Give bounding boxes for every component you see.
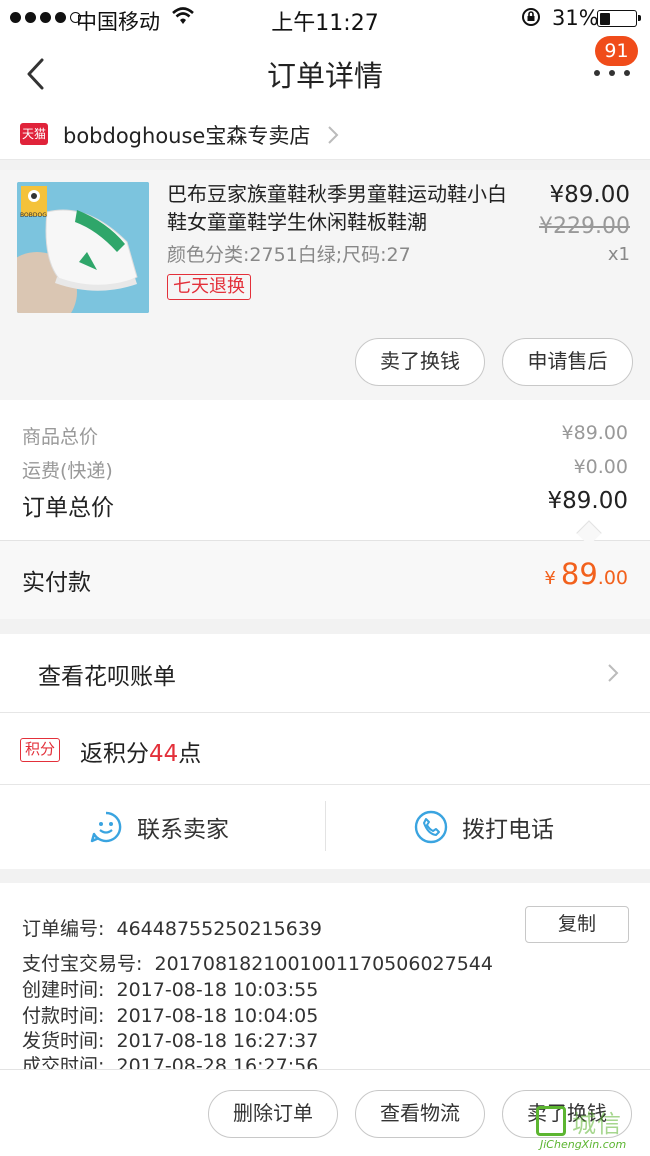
product-spec: 颜色分类:2751白绿;尺码:27 [167,244,411,266]
price-summary: 商品总价 ¥89.00 运费(快递) ¥0.00 订单总价 ¥89.00 实付款… [0,400,650,619]
shipped-time: 2017-08-18 16:27:37 [116,1030,319,1052]
alipay-trade-number: 2017081821001001170506027544 [154,953,493,975]
bottom-action-bar: 删除订单 查看物流 卖了换钱 [0,1069,650,1156]
product-price: ¥89.00 [549,182,630,208]
after-sales-button[interactable]: 申请售后 [502,338,633,386]
shipped-time-label: 发货时间: [22,1030,105,1052]
amount-paid-value: ¥ 89.00 [544,557,628,591]
alipay-trade-label: 支付宝交易号: [22,953,143,975]
page-title: 订单详情 [266,59,383,93]
order-number-label: 订单编号: [22,918,105,940]
brand-watermark: BOBDOG [20,212,47,219]
created-time: 2017-08-18 10:03:55 [116,979,319,1001]
screen: 中国移动 上午11:27 31% 订单详情 91 天猫 bobdoghouse宝… [0,0,650,1156]
product-title[interactable]: 巴布豆家族童鞋秋季男童鞋运动鞋小白鞋女童童鞋学生休闲鞋板鞋潮 [167,180,517,236]
shop-name: bobdoghouse宝森专卖店 [63,124,311,148]
rotation-lock-icon [522,8,540,26]
payment-time: 2017-08-18 10:04:05 [116,1005,319,1027]
order-number-row: 订单编号: 46448755250215639 [22,914,322,941]
payment-time-label: 付款时间: [22,1005,105,1027]
copy-button[interactable]: 复制 [525,906,629,943]
amount-paid-row: 实付款 ¥ 89.00 [0,540,650,619]
order-total-label: 订单总价 [22,495,114,521]
delete-order-button[interactable]: 删除订单 [208,1090,338,1138]
product-item[interactable]: BOBDOG 巴布豆家族童鞋秋季男童鞋运动鞋小白鞋女童童鞋学生休闲鞋板鞋潮 颜色… [0,170,650,400]
created-time-row: 创建时间: 2017-08-18 10:03:55 [22,975,318,1002]
divider [325,801,326,851]
original-price: ¥229.00 [539,214,630,239]
call-button[interactable]: 拨打电话 [414,785,554,869]
message-badge: 91 [595,36,638,66]
amount-paid-label: 实付款 [22,570,91,596]
tmall-badge: 天猫 [20,123,48,145]
shipped-time-row: 发货时间: 2017-08-18 16:27:37 [22,1026,318,1053]
return-policy-tag: 七天退换 [167,274,251,300]
phone-icon [414,810,448,844]
shipping-value: ¥0.00 [573,456,628,478]
view-logistics-button[interactable]: 查看物流 [355,1090,485,1138]
more-icon[interactable] [594,70,630,80]
points-row: 积分 返积分44点 [0,713,650,785]
huabei-bill-label: 查看花呗账单 [38,664,176,690]
product-thumbnail[interactable]: BOBDOG [17,182,149,313]
shop-row[interactable]: 天猫 bobdoghouse宝森专卖店 [0,110,650,160]
goods-total-row: 商品总价 ¥89.00 [22,422,628,449]
nav-bar: 订单详情 91 [0,36,650,110]
contact-bar: 联系卖家 拨打电话 [0,785,650,869]
sell-for-cash-button[interactable]: 卖了换钱 [355,338,485,386]
shipping-label: 运费(快递) [22,460,113,482]
goods-total-label: 商品总价 [22,426,99,448]
points-tag: 积分 [20,738,61,762]
sell-for-cash-button-bottom[interactable]: 卖了换钱 [502,1090,632,1138]
product-quantity: x1 [607,244,630,265]
battery-percent: 31% [552,6,599,30]
points-text: 返积分44点 [80,741,202,767]
order-number[interactable]: 46448755250215639 [117,918,323,940]
huabei-bill-row[interactable]: 查看花呗账单 [0,634,650,713]
contact-seller-button[interactable]: 联系卖家 [89,785,229,869]
chevron-right-icon [328,126,339,144]
chevron-right-icon [608,664,619,682]
order-total-row: 订单总价 ¥89.00 [22,488,628,522]
alipay-trade-row: 支付宝交易号: 2017081821001001170506027544 [22,949,493,976]
goods-total-value: ¥89.00 [561,422,628,444]
contact-seller-label: 联系卖家 [137,817,229,843]
created-time-label: 创建时间: [22,979,105,1001]
payment-time-row: 付款时间: 2017-08-18 10:04:05 [22,1001,318,1028]
status-bar: 中国移动 上午11:27 31% [0,0,650,36]
shoe-image [17,182,149,313]
shipping-row: 运费(快递) ¥0.00 [22,456,628,483]
battery-icon [597,10,641,27]
call-label: 拨打电话 [462,817,554,843]
order-info: 订单编号: 46448755250215639 复制 支付宝交易号: 20170… [0,883,650,1073]
chat-face-icon [90,811,122,843]
order-total-value: ¥89.00 [547,488,628,514]
